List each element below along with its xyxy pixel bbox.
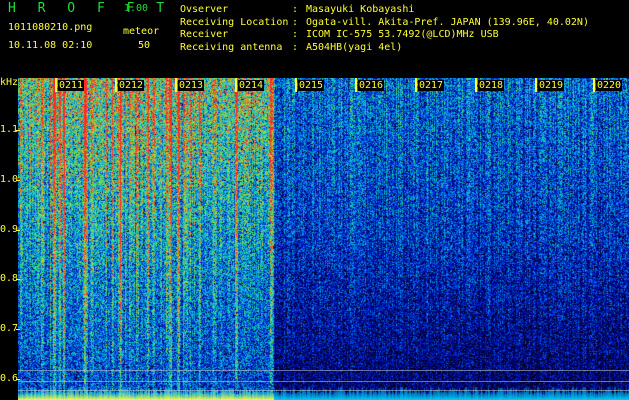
station-label: Receiving antenna — [180, 41, 283, 53]
time-marker — [415, 78, 417, 92]
datetime: 10.11.08 02:10 — [8, 40, 93, 51]
station-value: Masayuki Kobayashi — [306, 4, 415, 15]
time-label-0211: 0211 — [58, 80, 85, 91]
time-marker — [535, 78, 537, 92]
reference-line — [18, 381, 629, 382]
time-marker — [295, 78, 297, 92]
time-marker — [593, 78, 595, 92]
station-label: Receiving Location — [180, 16, 289, 28]
station-row: Receiving antenna: A504HB(yagi 4el) — [180, 42, 589, 55]
time-label-0218: 0218 — [478, 80, 505, 91]
y-tick-mark — [16, 130, 20, 131]
station-row: Receiving Location: Ogata-vill. Akita-Pre… — [180, 17, 589, 30]
time-marker — [175, 78, 177, 92]
station-value: ICOM IC-575 53.7492(@LCD)MHz USB — [306, 29, 499, 41]
time-label-0213: 0213 — [178, 80, 205, 91]
y-tick-mark — [16, 379, 20, 380]
station-value: Ogata-vill. Akita-Pref. JAPAN (139.96E, … — [306, 16, 589, 28]
station-row: Receiver: ICOM IC-575 53.7492(@LCD)MHz US… — [180, 29, 589, 42]
count-label: meteor — [123, 26, 160, 37]
time-label-0220: 0220 — [596, 80, 623, 91]
time-marker — [355, 78, 357, 92]
station-label: Receiver — [180, 29, 229, 41]
y-tick-mark — [16, 230, 20, 231]
y-tick-mark — [16, 329, 20, 330]
time-marker — [475, 78, 477, 92]
time-marker — [235, 78, 237, 92]
y-tick-mark — [16, 279, 20, 280]
time-marker — [55, 78, 57, 92]
hrofft-window: H R O F F T 1.00 1011080210.png meteor 1… — [0, 0, 629, 400]
y-tick-mark — [16, 180, 20, 181]
station-separator: : — [292, 16, 299, 28]
time-label-0215: 0215 — [298, 80, 325, 91]
time-marker — [115, 78, 117, 92]
time-label-0219: 0219 — [538, 80, 565, 91]
reference-line — [18, 370, 629, 371]
station-info: Ovserver: Masayuki Kobayashi Receiving Lo… — [180, 4, 589, 54]
app-version: 1.00 — [124, 3, 149, 14]
time-label-0216: 0216 — [358, 80, 385, 91]
station-label: Ovserver — [180, 4, 229, 15]
y-axis-unit: kHz — [0, 77, 19, 88]
station-value: A504HB(yagi 4el) — [306, 41, 403, 53]
file-name: 1011080210.png — [8, 22, 93, 33]
spectrogram-canvas — [18, 78, 629, 400]
reference-line — [18, 390, 629, 391]
station-separator: : — [292, 4, 299, 15]
time-label-0212: 0212 — [118, 80, 145, 91]
station-row: Ovserver: Masayuki Kobayashi — [180, 4, 589, 17]
station-separator: : — [292, 29, 299, 41]
count-value: 50 — [138, 40, 151, 51]
time-label-0214: 0214 — [238, 80, 265, 91]
time-label-0217: 0217 — [418, 80, 445, 91]
station-separator: : — [292, 41, 299, 53]
